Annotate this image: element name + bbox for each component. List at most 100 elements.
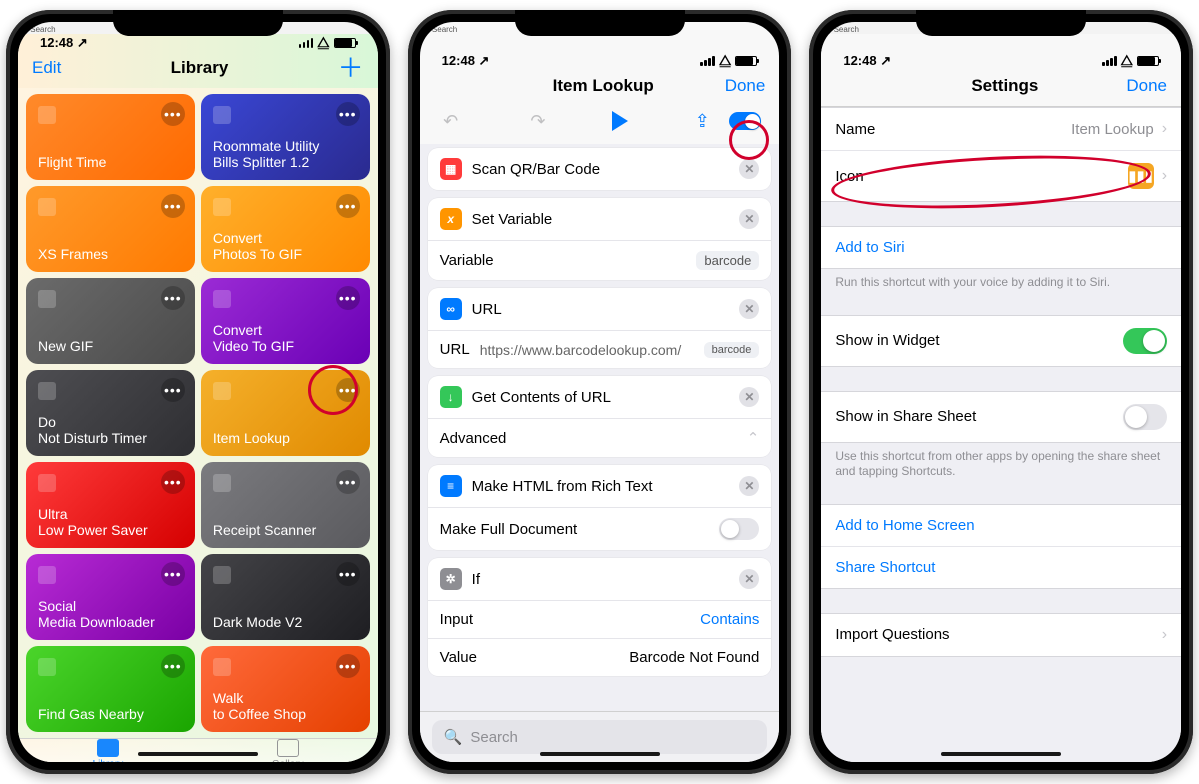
tile-menu-button[interactable]: ••• (161, 562, 185, 586)
tile-label: Item Lookup (213, 430, 358, 446)
shortcut-tile[interactable]: •••Convert Video To GIF (201, 278, 370, 364)
done-button[interactable]: Done (725, 76, 766, 96)
variable-value[interactable]: barcode (696, 251, 759, 270)
settings-body[interactable]: NameItem Lookup› Icon▮▮▮› Add to Siri Ru… (821, 107, 1181, 762)
done-button[interactable]: Done (1126, 76, 1167, 96)
widget-toggle[interactable] (1123, 328, 1167, 354)
tile-menu-button[interactable]: ••• (161, 654, 185, 678)
richtext-icon: ≡ (440, 475, 462, 497)
chevron-up-icon[interactable]: ⌃ (747, 429, 760, 447)
shortcut-tile[interactable]: •••XS Frames (26, 186, 195, 272)
tile-menu-button[interactable]: ••• (336, 470, 360, 494)
url-token[interactable]: barcode (704, 342, 760, 358)
condition-select[interactable]: Contains (700, 611, 759, 628)
tile-menu-button[interactable]: ••• (336, 378, 360, 402)
settings-toggle[interactable] (729, 112, 761, 130)
actions-list[interactable]: ▦Scan QR/Bar Code✕ xSet Variable✕ Variab… (420, 144, 780, 711)
shortcut-tile[interactable]: ••• Receipt Scanner (201, 462, 370, 548)
tab-library[interactable]: Library (18, 739, 198, 762)
row-icon[interactable]: Icon▮▮▮› (821, 151, 1181, 201)
nav-bar: Settings Done (821, 70, 1181, 107)
tile-menu-button[interactable]: ••• (336, 102, 360, 126)
tile-menu-button[interactable]: ••• (336, 194, 360, 218)
tile-label: Convert Photos To GIF (213, 230, 358, 262)
stack-icon (277, 739, 299, 757)
page-title: Item Lookup (553, 76, 654, 96)
shortcut-tile[interactable]: ••• Flight Time (26, 94, 195, 180)
row-share-shortcut[interactable]: Share Shortcut (821, 547, 1181, 588)
page-title: Settings (971, 76, 1038, 96)
row-widget[interactable]: Show in Widget (821, 316, 1181, 366)
full-doc-toggle[interactable] (719, 518, 759, 540)
shortcut-tile[interactable]: •••Walk to Coffee Shop (201, 646, 370, 732)
home-indicator[interactable] (138, 752, 258, 756)
battery-icon (1137, 56, 1159, 66)
remove-icon[interactable]: ✕ (739, 387, 759, 407)
sharesheet-toggle[interactable] (1123, 404, 1167, 430)
tile-menu-button[interactable]: ••• (161, 378, 185, 402)
chevron-right-icon: › (1162, 626, 1167, 644)
action-url[interactable]: ∞URL✕ URLhttps://www.barcodelookup.com/b… (428, 288, 772, 368)
action-if[interactable]: ✲If✕ InputContains ValueBarcode Not Foun… (428, 558, 772, 676)
shortcut-tile[interactable]: ••• Dark Mode V2 (201, 554, 370, 640)
airplane-icon (38, 106, 56, 124)
remove-icon[interactable]: ✕ (739, 569, 759, 589)
shortcut-tile[interactable]: ••• Item Lookup (201, 370, 370, 456)
shortcut-tile[interactable]: •••Roommate Utility Bills Splitter 1.2 (201, 94, 370, 180)
gear-icon: ✲ (440, 568, 462, 590)
tile-label: Ultra Low Power Saver (38, 506, 183, 538)
add-button[interactable]: ＋ (338, 59, 364, 77)
url-input[interactable]: https://www.barcodelookup.com/ (480, 342, 704, 358)
action-set-variable[interactable]: xSet Variable✕ Variablebarcode (428, 198, 772, 280)
tile-label: Receipt Scanner (213, 522, 358, 538)
battery-icon (334, 38, 356, 48)
shortcut-tile[interactable]: •••Do Not Disturb Timer (26, 370, 195, 456)
tile-menu-button[interactable]: ••• (161, 470, 185, 494)
shortcut-tile[interactable]: ••• Convert Photos To GIF (201, 186, 370, 272)
phone-settings: ◂ Search 12:48 ↗ ⧋ Settings Done NameIte… (809, 10, 1193, 774)
wand-icon (213, 566, 231, 584)
row-name[interactable]: NameItem Lookup› (821, 108, 1181, 151)
tile-label: Flight Time (38, 154, 183, 170)
undo-button[interactable]: ↶ (438, 108, 464, 134)
row-add-siri[interactable]: Add to Siri (821, 227, 1181, 268)
chevron-right-icon: › (1162, 167, 1167, 185)
tab-gallery[interactable]: Gallery (198, 739, 378, 762)
shortcut-tile[interactable]: •••New GIF (26, 278, 195, 364)
run-button[interactable] (612, 111, 628, 131)
home-indicator[interactable] (540, 752, 660, 756)
shortcut-tile[interactable]: •••Social Media Downloader (26, 554, 195, 640)
remove-icon[interactable]: ✕ (739, 299, 759, 319)
row-home-screen[interactable]: Add to Home Screen (821, 505, 1181, 547)
remove-icon[interactable]: ✕ (739, 476, 759, 496)
phone-icon (38, 198, 56, 216)
status-time: 12:48 ↗ (442, 53, 490, 69)
row-share-sheet[interactable]: Show in Share Sheet (821, 392, 1181, 442)
search-input[interactable]: 🔍Search (432, 720, 768, 754)
shortcuts-grid[interactable]: ••• Flight Time •••Roommate Utility Bills … (18, 88, 378, 738)
home-indicator[interactable] (941, 752, 1061, 756)
tile-menu-button[interactable]: ••• (336, 654, 360, 678)
shortcut-tile[interactable]: •••Find Gas Nearby (26, 646, 195, 732)
remove-icon[interactable]: ✕ (739, 159, 759, 179)
tile-menu-button[interactable]: ••• (336, 286, 360, 310)
notch (113, 10, 283, 36)
action-scan-barcode[interactable]: ▦Scan QR/Bar Code✕ (428, 148, 772, 190)
row-import-questions[interactable]: Import Questions› (821, 614, 1181, 656)
edit-button[interactable]: Edit (32, 58, 61, 78)
action-make-html[interactable]: ≡Make HTML from Rich Text✕ Make Full Doc… (428, 465, 772, 550)
barcode-icon (213, 382, 231, 400)
tile-menu-button[interactable]: ••• (161, 286, 185, 310)
tile-menu-button[interactable]: ••• (161, 102, 185, 126)
if-value[interactable]: Barcode Not Found (629, 649, 759, 666)
share-button[interactable]: ⇪ (689, 108, 715, 134)
download-icon (38, 566, 56, 584)
tile-menu-button[interactable]: ••• (161, 194, 185, 218)
redo-button[interactable]: ↷ (525, 108, 551, 134)
remove-icon[interactable]: ✕ (739, 209, 759, 229)
tile-label: Dark Mode V2 (213, 614, 358, 630)
tile-menu-button[interactable]: ••• (336, 562, 360, 586)
shortcut-tile[interactable]: ••• Ultra Low Power Saver (26, 462, 195, 548)
action-get-url-contents[interactable]: ↓Get Contents of URL✕ Advanced⌃ (428, 376, 772, 457)
qr-icon: ▦ (440, 158, 462, 180)
